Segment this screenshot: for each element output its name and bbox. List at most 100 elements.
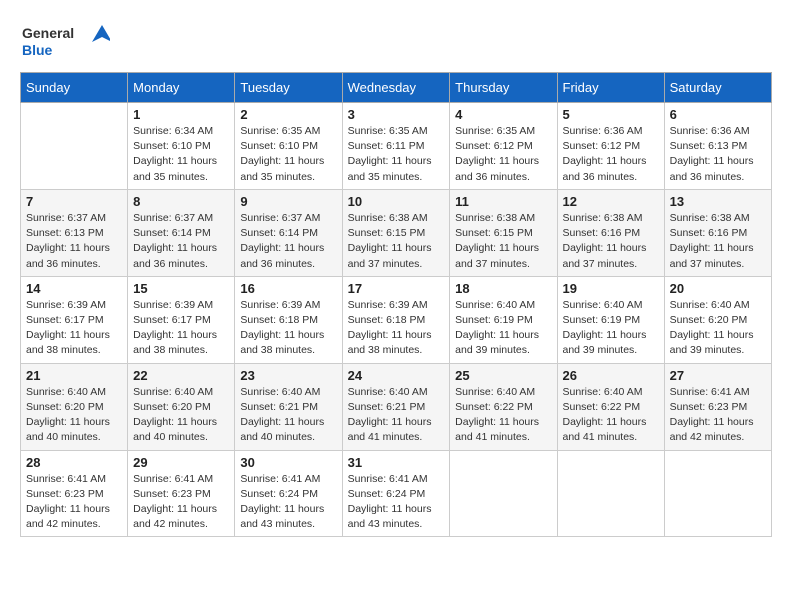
day-info: Sunrise: 6:39 AMSunset: 6:17 PMDaylight:… (133, 298, 229, 359)
calendar-cell: 7 Sunrise: 6:37 AMSunset: 6:13 PMDaylight… (21, 189, 128, 276)
calendar-cell (664, 450, 771, 537)
day-number: 15 (133, 281, 229, 296)
day-info: Sunrise: 6:40 AMSunset: 6:22 PMDaylight:… (455, 385, 551, 446)
svg-text:General: General (22, 25, 74, 41)
day-number: 2 (240, 107, 336, 122)
day-number: 16 (240, 281, 336, 296)
day-number: 6 (670, 107, 766, 122)
day-number: 30 (240, 455, 336, 470)
day-number: 22 (133, 368, 229, 383)
day-number: 4 (455, 107, 551, 122)
calendar-cell (450, 450, 557, 537)
svg-text:Blue: Blue (22, 42, 53, 58)
calendar-cell: 22 Sunrise: 6:40 AMSunset: 6:20 PMDayligh… (128, 363, 235, 450)
day-number: 3 (348, 107, 445, 122)
day-info: Sunrise: 6:38 AMSunset: 6:15 PMDaylight:… (348, 211, 445, 272)
day-info: Sunrise: 6:40 AMSunset: 6:20 PMDaylight:… (133, 385, 229, 446)
day-number: 18 (455, 281, 551, 296)
calendar-cell: 9Sunrise: 6:37 AMSunset: 6:14 PMDaylight… (235, 189, 342, 276)
day-info: Sunrise: 6:41 AMSunset: 6:24 PMDaylight:… (240, 472, 336, 533)
day-info: Sunrise: 6:39 AMSunset: 6:18 PMDaylight:… (348, 298, 445, 359)
day-info: Sunrise: 6:37 AMSunset: 6:14 PMDaylight:… (240, 211, 336, 272)
day-info: Sunrise: 6:38 AMSunset: 6:16 PMDaylight:… (670, 211, 766, 272)
calendar-table: SundayMondayTuesdayWednesdayThursdayFrid… (20, 72, 772, 537)
day-number: 17 (348, 281, 445, 296)
weekday-header-friday: Friday (557, 73, 664, 103)
generalblue-logo-icon: General Blue (20, 20, 110, 62)
day-info: Sunrise: 6:35 AMSunset: 6:12 PMDaylight:… (455, 124, 551, 185)
day-number: 10 (348, 194, 445, 209)
calendar-cell: 17 Sunrise: 6:39 AMSunset: 6:18 PMDayligh… (342, 276, 450, 363)
weekday-header-row: SundayMondayTuesdayWednesdayThursdayFrid… (21, 73, 772, 103)
day-number: 24 (348, 368, 445, 383)
calendar-cell: 13 Sunrise: 6:38 AMSunset: 6:16 PMDayligh… (664, 189, 771, 276)
calendar-week-row: 28 Sunrise: 6:41 AMSunset: 6:23 PMDayligh… (21, 450, 772, 537)
day-number: 20 (670, 281, 766, 296)
day-number: 12 (563, 194, 659, 209)
day-number: 31 (348, 455, 445, 470)
day-info: Sunrise: 6:41 AMSunset: 6:23 PMDaylight:… (26, 472, 122, 533)
calendar-cell: 2Sunrise: 6:35 AMSunset: 6:10 PMDaylight… (235, 103, 342, 190)
calendar-cell: 11Sunrise: 6:38 AMSunset: 6:15 PMDayligh… (450, 189, 557, 276)
day-info: Sunrise: 6:40 AMSunset: 6:19 PMDaylight:… (455, 298, 551, 359)
calendar-cell: 21 Sunrise: 6:40 AMSunset: 6:20 PMDayligh… (21, 363, 128, 450)
day-info: Sunrise: 6:37 AMSunset: 6:13 PMDaylight:… (26, 211, 122, 272)
weekday-header-saturday: Saturday (664, 73, 771, 103)
calendar-cell: 19 Sunrise: 6:40 AMSunset: 6:19 PMDayligh… (557, 276, 664, 363)
calendar-cell: 18 Sunrise: 6:40 AMSunset: 6:19 PMDayligh… (450, 276, 557, 363)
day-number: 5 (563, 107, 659, 122)
weekday-header-sunday: Sunday (21, 73, 128, 103)
day-number: 13 (670, 194, 766, 209)
day-number: 11 (455, 194, 551, 209)
calendar-cell: 14 Sunrise: 6:39 AMSunset: 6:17 PMDayligh… (21, 276, 128, 363)
calendar-cell: 5Sunrise: 6:36 AMSunset: 6:12 PMDaylight… (557, 103, 664, 190)
logo: General Blue (20, 20, 110, 62)
day-number: 25 (455, 368, 551, 383)
day-number: 1 (133, 107, 229, 122)
day-info: Sunrise: 6:40 AMSunset: 6:22 PMDaylight:… (563, 385, 659, 446)
day-info: Sunrise: 6:41 AMSunset: 6:24 PMDaylight:… (348, 472, 445, 533)
calendar-cell (557, 450, 664, 537)
day-info: Sunrise: 6:40 AMSunset: 6:20 PMDaylight:… (26, 385, 122, 446)
calendar-cell: 4 Sunrise: 6:35 AMSunset: 6:12 PMDaylight… (450, 103, 557, 190)
day-number: 27 (670, 368, 766, 383)
day-info: Sunrise: 6:37 AMSunset: 6:14 PMDaylight:… (133, 211, 229, 272)
day-info: Sunrise: 6:39 AMSunset: 6:17 PMDaylight:… (26, 298, 122, 359)
calendar-cell: 15 Sunrise: 6:39 AMSunset: 6:17 PMDayligh… (128, 276, 235, 363)
calendar-cell: 23Sunrise: 6:40 AMSunset: 6:21 PMDayligh… (235, 363, 342, 450)
day-info: Sunrise: 6:38 AMSunset: 6:16 PMDaylight:… (563, 211, 659, 272)
calendar-cell (21, 103, 128, 190)
day-info: Sunrise: 6:40 AMSunset: 6:21 PMDaylight:… (348, 385, 445, 446)
page-header: General Blue (20, 20, 772, 62)
calendar-cell: 8 Sunrise: 6:37 AMSunset: 6:14 PMDaylight… (128, 189, 235, 276)
calendar-cell: 25 Sunrise: 6:40 AMSunset: 6:22 PMDayligh… (450, 363, 557, 450)
day-number: 19 (563, 281, 659, 296)
calendar-cell: 29Sunrise: 6:41 AMSunset: 6:23 PMDayligh… (128, 450, 235, 537)
calendar-cell: 28 Sunrise: 6:41 AMSunset: 6:23 PMDayligh… (21, 450, 128, 537)
calendar-cell: 3 Sunrise: 6:35 AMSunset: 6:11 PMDaylight… (342, 103, 450, 190)
calendar-week-row: 21 Sunrise: 6:40 AMSunset: 6:20 PMDayligh… (21, 363, 772, 450)
day-number: 21 (26, 368, 122, 383)
day-info: Sunrise: 6:40 AMSunset: 6:21 PMDaylight:… (240, 385, 336, 446)
calendar-cell: 31 Sunrise: 6:41 AMSunset: 6:24 PMDayligh… (342, 450, 450, 537)
calendar-cell: 27 Sunrise: 6:41 AMSunset: 6:23 PMDayligh… (664, 363, 771, 450)
day-info: Sunrise: 6:34 AMSunset: 6:10 PMDaylight:… (133, 124, 229, 185)
weekday-header-thursday: Thursday (450, 73, 557, 103)
day-number: 14 (26, 281, 122, 296)
calendar-cell: 16Sunrise: 6:39 AMSunset: 6:18 PMDayligh… (235, 276, 342, 363)
calendar-week-row: 14 Sunrise: 6:39 AMSunset: 6:17 PMDayligh… (21, 276, 772, 363)
day-number: 26 (563, 368, 659, 383)
calendar-cell: 20Sunrise: 6:40 AMSunset: 6:20 PMDayligh… (664, 276, 771, 363)
day-number: 8 (133, 194, 229, 209)
day-number: 28 (26, 455, 122, 470)
calendar-cell: 10 Sunrise: 6:38 AMSunset: 6:15 PMDayligh… (342, 189, 450, 276)
day-info: Sunrise: 6:40 AMSunset: 6:19 PMDaylight:… (563, 298, 659, 359)
day-info: Sunrise: 6:35 AMSunset: 6:11 PMDaylight:… (348, 124, 445, 185)
day-number: 7 (26, 194, 122, 209)
calendar-cell: 6Sunrise: 6:36 AMSunset: 6:13 PMDaylight… (664, 103, 771, 190)
calendar-week-row: 1 Sunrise: 6:34 AMSunset: 6:10 PMDaylight… (21, 103, 772, 190)
weekday-header-monday: Monday (128, 73, 235, 103)
day-info: Sunrise: 6:41 AMSunset: 6:23 PMDaylight:… (133, 472, 229, 533)
day-info: Sunrise: 6:41 AMSunset: 6:23 PMDaylight:… (670, 385, 766, 446)
calendar-cell: 24 Sunrise: 6:40 AMSunset: 6:21 PMDayligh… (342, 363, 450, 450)
